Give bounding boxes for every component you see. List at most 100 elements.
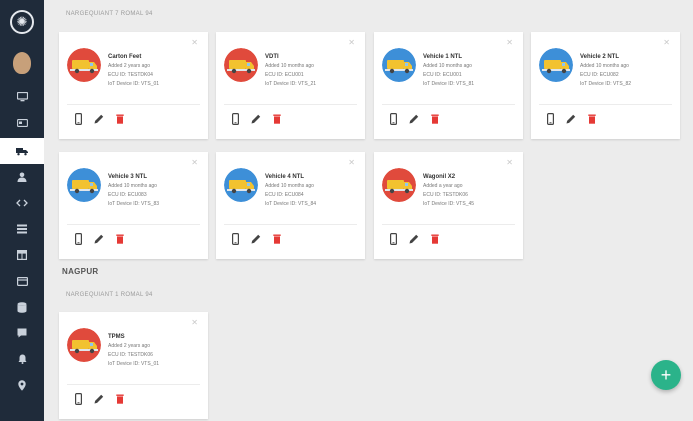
vehicle-iot-id: IoT Device ID: VTS_82 [580, 81, 632, 87]
card-divider [539, 104, 672, 105]
pencil-icon [94, 234, 104, 244]
close-icon[interactable]: ✕ [506, 38, 513, 47]
close-icon[interactable]: ✕ [191, 38, 198, 47]
phone-icon [74, 393, 82, 405]
close-icon[interactable]: ✕ [191, 158, 198, 167]
pencil-icon [409, 234, 419, 244]
device-button[interactable] [72, 232, 84, 246]
sidebar-item-code[interactable] [0, 190, 44, 216]
close-icon[interactable]: ✕ [191, 318, 198, 327]
vehicle-name: Wagonil X2 [423, 174, 456, 180]
sidebar-item-vehicles[interactable] [0, 138, 44, 164]
vehicle-card[interactable]: ✕ Vehicle 4 NTL Added 10 months ago ECU … [216, 152, 365, 259]
sidebar: ✺ [0, 0, 44, 421]
device-button[interactable] [229, 112, 241, 126]
trash-icon [431, 114, 439, 124]
vehicle-name: Carton Feet [108, 54, 142, 60]
edit-button[interactable] [93, 112, 105, 126]
vehicle-ecu-id: ECU ID: ECU083 [108, 192, 147, 198]
device-button[interactable] [387, 232, 399, 246]
close-icon[interactable]: ✕ [663, 38, 670, 47]
database-icon [17, 301, 27, 313]
delete-button[interactable] [586, 112, 598, 126]
vehicle-card[interactable]: ✕ Wagonil X2 Added a year ago ECU ID: TE… [374, 152, 523, 259]
vehicle-name: TPMS [108, 334, 125, 340]
pencil-icon [566, 114, 576, 124]
delete-button[interactable] [429, 232, 441, 246]
code-icon [16, 199, 28, 207]
vehicle-iot-id: IoT Device ID: VTS_45 [423, 201, 475, 207]
vehicle-card[interactable]: ✕ Vehicle 3 NTL Added 10 months ago ECU … [59, 152, 208, 259]
vehicle-iot-id: IoT Device ID: VTS_81 [423, 81, 475, 87]
device-button[interactable] [387, 112, 399, 126]
delete-button[interactable] [271, 112, 283, 126]
delete-button[interactable] [429, 112, 441, 126]
window-icon [16, 276, 28, 286]
vehicle-iot-id: IoT Device ID: VTS_83 [108, 201, 160, 207]
trash-icon [116, 394, 124, 404]
sidebar-item-database[interactable] [0, 294, 44, 320]
vehicle-ecu-id: ECU ID: TESTDK04 [108, 72, 153, 78]
edit-button[interactable] [565, 112, 577, 126]
truck-icon [67, 168, 101, 202]
vehicle-ecu-id: ECU ID: TESTDK06 [423, 192, 468, 198]
vehicle-card[interactable]: ✕ Vehicle 2 NTL Added 10 months ago ECU … [531, 32, 680, 139]
delete-button[interactable] [114, 112, 126, 126]
vehicle-avatar [67, 168, 101, 202]
delete-button[interactable] [271, 232, 283, 246]
sidebar-item-person[interactable] [0, 164, 44, 190]
truck-icon [16, 147, 28, 155]
table-icon [17, 250, 27, 260]
edit-button[interactable] [250, 232, 262, 246]
location-icon [18, 379, 26, 391]
vehicle-added: Added 10 months ago [265, 63, 314, 69]
edit-button[interactable] [408, 232, 420, 246]
truck-icon [382, 48, 416, 82]
sidebar-item-location[interactable] [0, 372, 44, 398]
device-button[interactable] [544, 112, 556, 126]
vehicle-card[interactable]: ✕ Vehicle 1 NTL Added 10 months ago ECU … [374, 32, 523, 139]
edit-button[interactable] [250, 112, 262, 126]
vehicle-iot-id: IoT Device ID: VTS_01 [108, 361, 160, 367]
close-icon[interactable]: ✕ [506, 158, 513, 167]
vehicle-avatar [224, 168, 258, 202]
pencil-icon [251, 114, 261, 124]
vehicle-avatar [224, 48, 258, 82]
trash-icon [273, 114, 281, 124]
device-button[interactable] [72, 112, 84, 126]
truck-icon [224, 48, 258, 82]
edit-button[interactable] [93, 232, 105, 246]
logo-icon[interactable]: ✺ [10, 10, 34, 34]
edit-button[interactable] [93, 392, 105, 406]
add-vehicle-button[interactable]: + [651, 360, 681, 390]
vehicle-name: Vehicle 3 NTL [108, 174, 148, 180]
pencil-icon [94, 394, 104, 404]
sidebar-item-table[interactable] [0, 242, 44, 268]
person-icon [17, 172, 27, 182]
sidebar-item-chat[interactable] [0, 320, 44, 346]
device-button[interactable] [72, 392, 84, 406]
vehicle-ecu-id: ECU ID: TESTDK06 [108, 352, 153, 358]
user-avatar-icon[interactable] [13, 52, 31, 74]
sidebar-item-window[interactable] [0, 268, 44, 294]
sidebar-item-monitor[interactable] [0, 84, 44, 110]
close-icon[interactable]: ✕ [348, 158, 355, 167]
vehicle-ecu-id: ECU ID: ECU084 [265, 192, 304, 198]
vehicle-name: Vehicle 2 NTL [580, 54, 620, 60]
vehicle-card[interactable]: ✕ Carton Feet Added 2 years ago ECU ID: … [59, 32, 208, 139]
sidebar-item-list[interactable] [0, 216, 44, 242]
device-button[interactable] [229, 232, 241, 246]
vehicle-card[interactable]: ✕ VDTI Added 10 months ago ECU ID: ECU00… [216, 32, 365, 139]
card-divider [224, 224, 357, 225]
delete-button[interactable] [114, 392, 126, 406]
phone-icon [546, 113, 554, 125]
truck-icon [539, 48, 573, 82]
trash-icon [431, 234, 439, 244]
vehicle-avatar [539, 48, 573, 82]
sidebar-item-card[interactable] [0, 110, 44, 136]
vehicle-card[interactable]: ✕ TPMS Added 2 years ago ECU ID: TESTDK0… [59, 312, 208, 419]
close-icon[interactable]: ✕ [348, 38, 355, 47]
sidebar-item-notifications[interactable] [0, 346, 44, 372]
edit-button[interactable] [408, 112, 420, 126]
delete-button[interactable] [114, 232, 126, 246]
